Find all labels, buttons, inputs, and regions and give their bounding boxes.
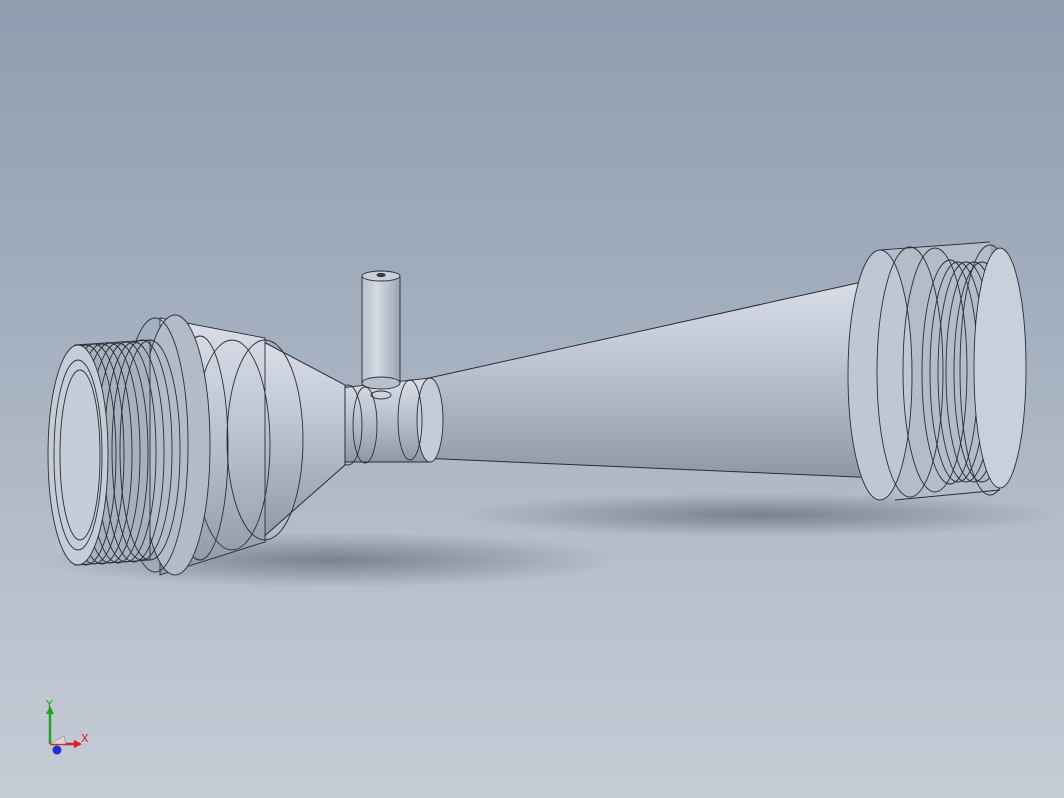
throat-section[interactable] xyxy=(333,377,444,466)
cad-viewport[interactable]: Y X xyxy=(0,0,1064,798)
x-axis-label: X xyxy=(81,732,89,745)
z-axis-dot xyxy=(52,745,62,755)
orientation-triad: Y X xyxy=(45,700,89,755)
right-thread-fitting[interactable] xyxy=(847,241,1027,501)
suction-inlet-pipe[interactable] xyxy=(361,270,401,400)
xy-plane-indicator xyxy=(49,735,67,745)
diffuser-cone[interactable] xyxy=(419,277,881,479)
part-shadow-right xyxy=(460,493,1060,537)
part-model[interactable] xyxy=(0,0,1064,798)
y-axis-label: Y xyxy=(45,700,53,711)
converging-cone[interactable] xyxy=(259,339,346,542)
